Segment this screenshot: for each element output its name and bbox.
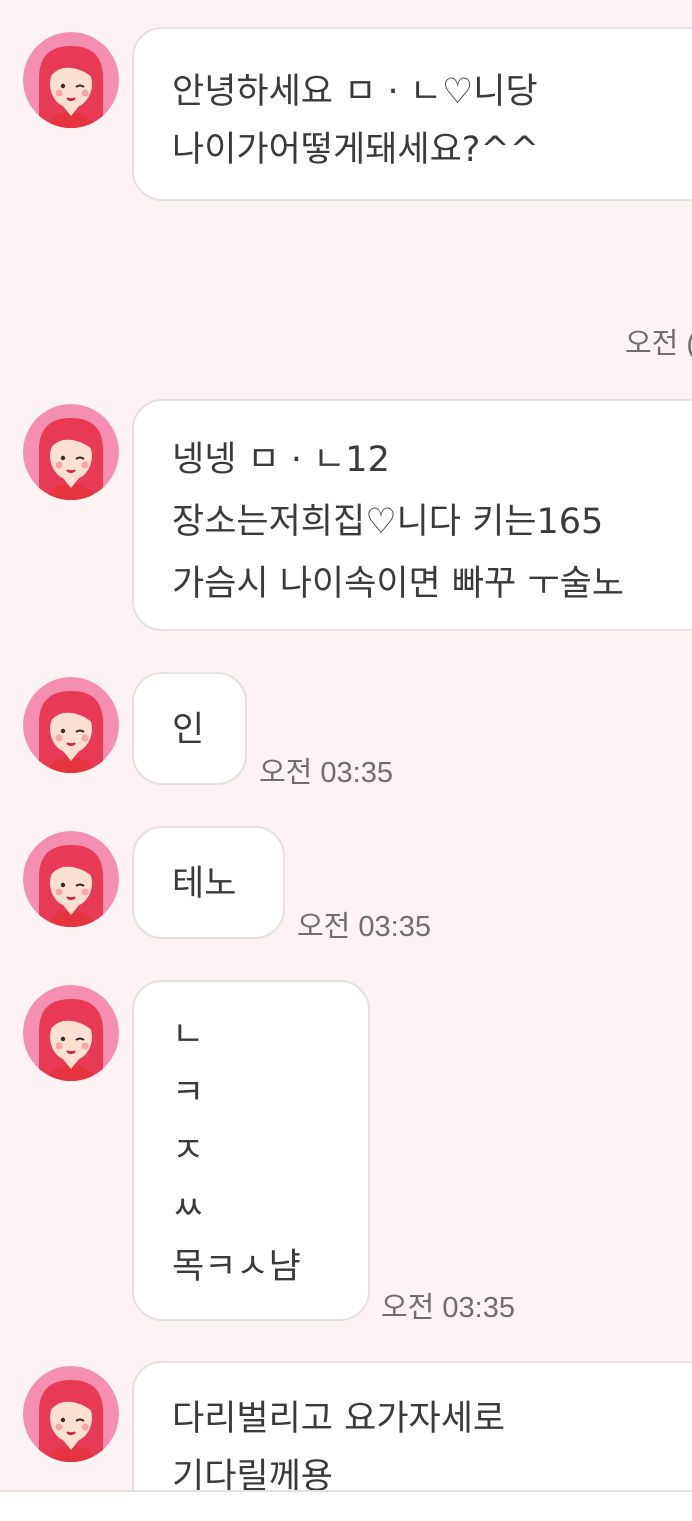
message-text: 목ㅋㅅ냠 — [172, 1247, 301, 1287]
message-text: ㅈ — [172, 1131, 205, 1171]
message-bubble[interactable]: 테노 — [132, 826, 285, 939]
message-text: ㅋ — [172, 1073, 205, 1113]
message-timestamp: 오전 03:35 — [297, 911, 431, 943]
sender-avatar[interactable] — [23, 404, 119, 500]
girl-red-hair-avatar-icon — [23, 1366, 119, 1462]
message-bubble[interactable]: 넹넹 ㅁ · ㄴ12 장소는저희집♡니다 키는165 가슴시 나이속이면 빠꾸 … — [132, 399, 692, 631]
sender-avatar[interactable] — [23, 677, 119, 773]
message-text: 안녕하세요 ㅁ · ㄴ♡니당 — [172, 72, 538, 112]
sender-avatar[interactable] — [23, 831, 119, 927]
message-bubble[interactable]: 다리벌리고 요가자세로 기다릴께용 — [132, 1361, 692, 1490]
message-bubble[interactable]: 안녕하세요 ㅁ · ㄴ♡니당 나이가어떻게돼세요?^^ — [132, 27, 692, 201]
girl-red-hair-avatar-icon — [23, 985, 119, 1081]
message-text: ㅆ — [172, 1189, 205, 1229]
girl-red-hair-avatar-icon — [23, 831, 119, 927]
message-timestamp: 오전 ( — [625, 328, 692, 360]
message-bubble[interactable]: 인 — [132, 672, 247, 785]
message-text: 기다릴께용 — [172, 1457, 334, 1490]
message-text: 넹넹 ㅁ · ㄴ12 — [172, 440, 390, 480]
message-bubble[interactable]: ㄴ ㅋ ㅈ ㅆ 목ㅋㅅ냠 — [132, 980, 370, 1321]
message-text: 가슴시 나이속이면 빠꾸 ㅜ술노 — [172, 564, 624, 604]
message-text: 테노 — [172, 864, 237, 904]
bottom-input-bar[interactable] — [0, 1490, 692, 1521]
message-text: 인 — [172, 710, 205, 750]
girl-red-hair-avatar-icon — [23, 404, 119, 500]
girl-red-hair-avatar-icon — [23, 677, 119, 773]
sender-avatar[interactable] — [23, 1366, 119, 1462]
message-text: ㄴ — [172, 1015, 205, 1055]
message-text: 나이가어떻게돼세요?^^ — [172, 130, 540, 170]
message-text: 장소는저희집♡니다 키는165 — [172, 502, 604, 542]
message-timestamp: 오전 03:35 — [259, 757, 393, 789]
message-text: 다리벌리고 요가자세로 — [172, 1399, 506, 1439]
girl-red-hair-avatar-icon — [23, 32, 119, 128]
sender-avatar[interactable] — [23, 32, 119, 128]
chat-message-list[interactable]: 안녕하세요 ㅁ · ㄴ♡니당 나이가어떻게돼세요?^^ 오전 ( 넹넹 ㅁ · … — [0, 0, 692, 1490]
sender-avatar[interactable] — [23, 985, 119, 1081]
message-timestamp: 오전 03:35 — [381, 1292, 515, 1324]
